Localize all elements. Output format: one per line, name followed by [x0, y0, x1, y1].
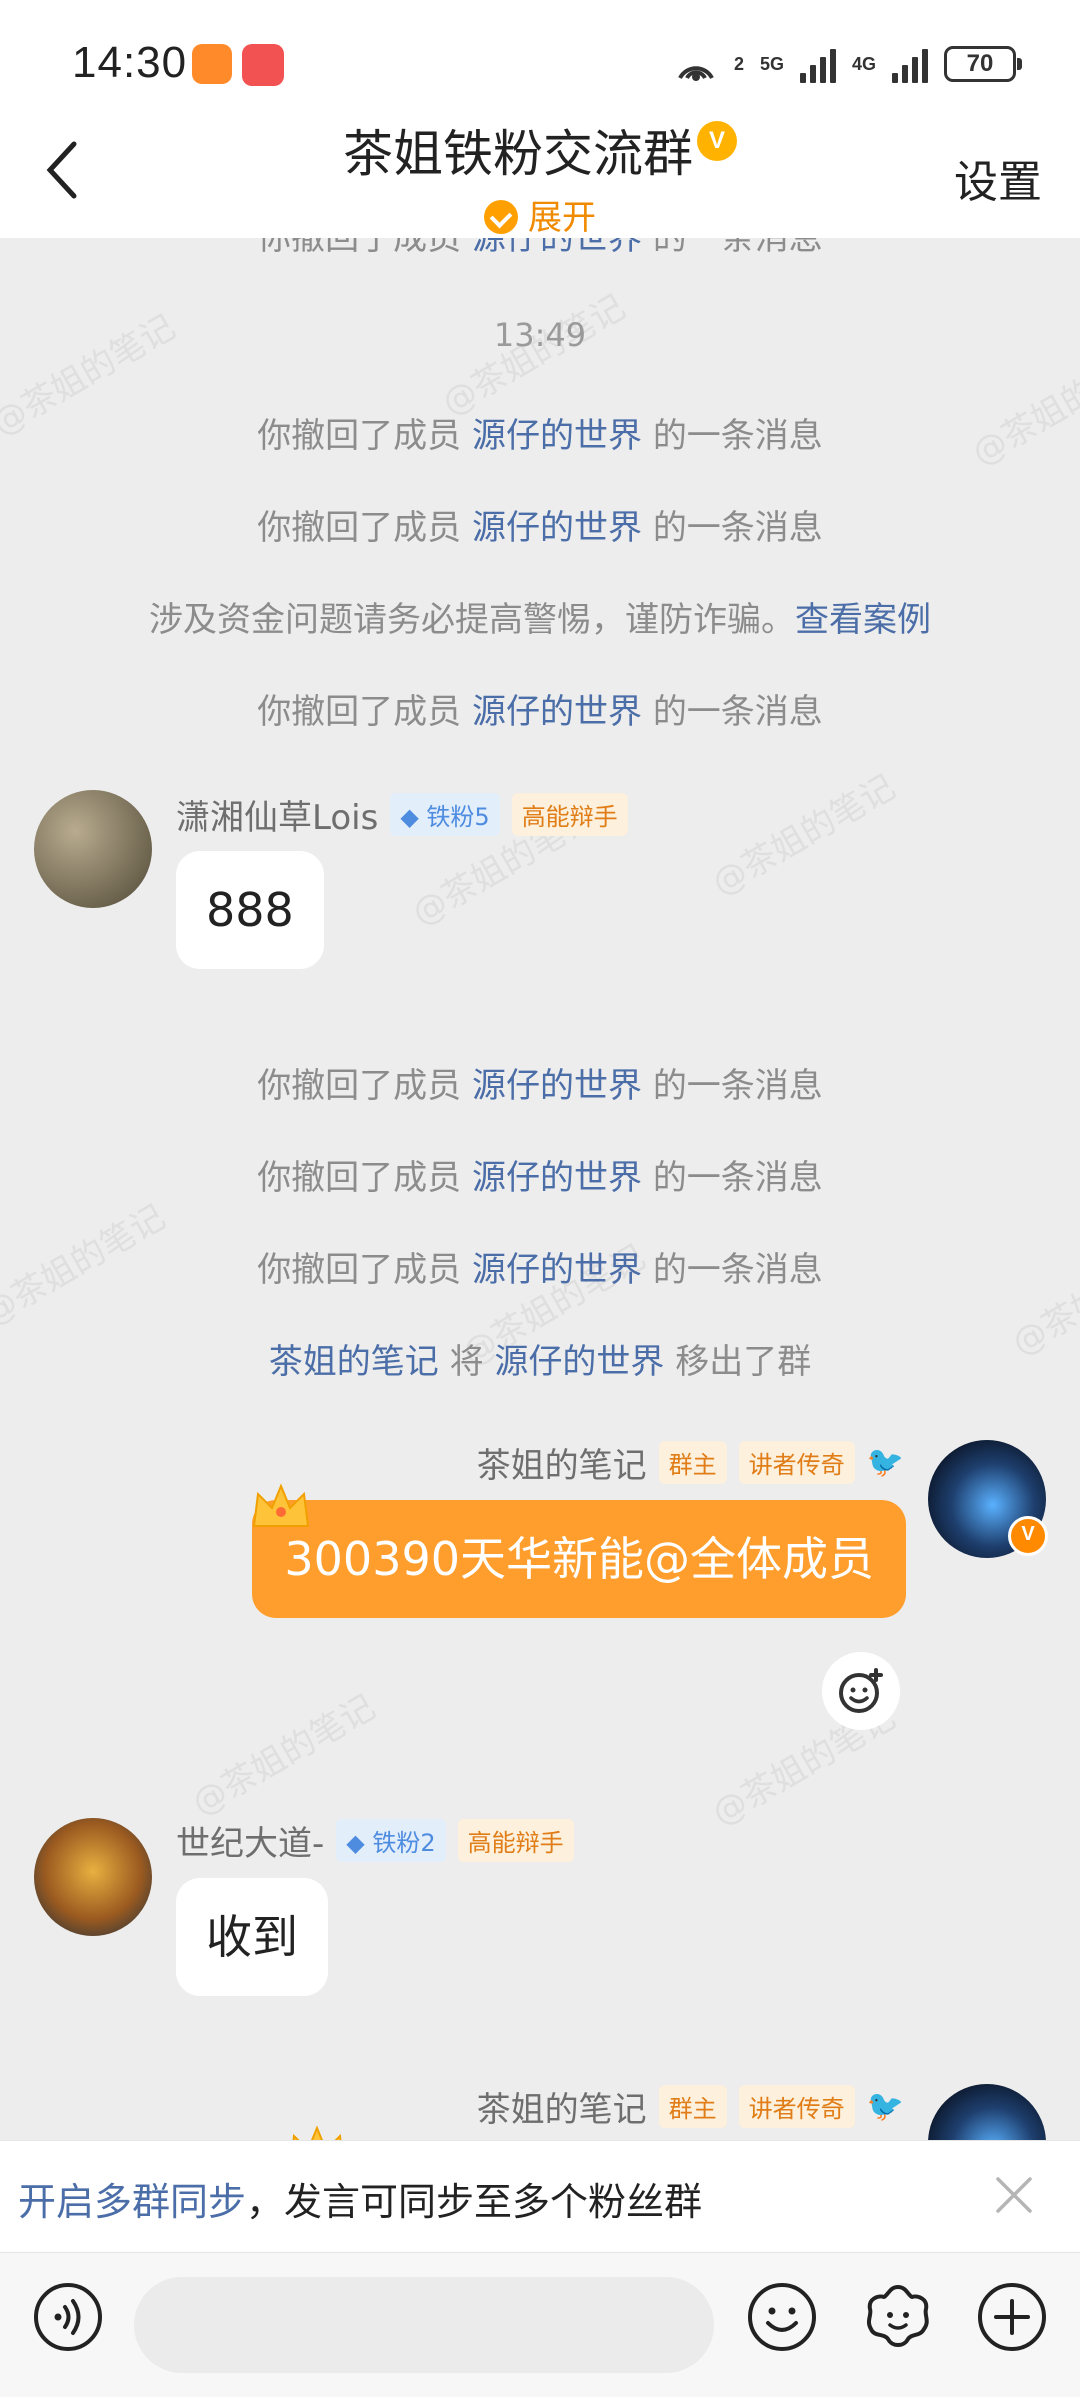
member-link[interactable]: 茶姐的笔记 — [269, 1342, 439, 1382]
crown-icon — [292, 2125, 342, 2140]
member-link[interactable]: 源仔的世界 — [472, 1158, 642, 1198]
watermark: @茶姐的笔记 — [185, 1687, 383, 1824]
member-link[interactable]: 源仔的世界 — [472, 508, 642, 548]
removed-verb: 将 — [449, 1342, 484, 1382]
bird-icon: 🐦 — [866, 1445, 904, 1480]
system-message-recall: 你撤回了成员 源仔的世界 的一条消息 — [0, 1150, 1080, 1199]
verified-badge-icon — [697, 121, 737, 161]
avatar[interactable] — [928, 1440, 1048, 1558]
message-bubble[interactable]: 888 — [176, 851, 324, 969]
sync-description: ，发言可同步至多个粉丝群 — [246, 2180, 703, 2224]
avatar[interactable] — [34, 1818, 152, 1936]
settings-button[interactable]: 设置 — [954, 146, 1042, 210]
member-link[interactable]: 源仔的世界 — [494, 1342, 664, 1382]
member-link[interactable]: 源仔的世界 — [472, 416, 642, 456]
recall-prefix: 你撤回了成员 — [257, 238, 462, 258]
expand-check-icon — [484, 200, 518, 234]
close-icon[interactable] — [988, 2169, 1040, 2221]
voice-icon[interactable] — [32, 2281, 104, 2353]
status-time: 14:30 — [72, 38, 188, 87]
sim-indicator: 2 — [733, 54, 744, 74]
group-title: 茶姐铁粉交流群 — [343, 125, 693, 183]
signal-icon-2 — [892, 45, 928, 83]
recall-suffix: 的一条消息 — [652, 1250, 823, 1290]
expand-button[interactable]: 展开 — [0, 190, 1080, 239]
expand-label: 展开 — [528, 198, 596, 238]
sender-line: 世纪大道- 铁粉2 高能辩手 — [176, 1816, 574, 1865]
system-message-recall: 你撤回了成员 源仔的世界 的一条消息 — [0, 684, 1080, 733]
recall-suffix: 的一条消息 — [652, 238, 823, 258]
sender-line: 茶姐的笔记 群主 讲者传奇 🐦 — [477, 1438, 904, 1487]
watermark: @茶姐的笔记 — [705, 767, 903, 904]
recall-suffix: 的一条消息 — [652, 508, 823, 548]
add-reaction-icon[interactable] — [822, 1652, 900, 1730]
sender-name[interactable]: 世纪大道- — [176, 1816, 324, 1865]
sender-line: 茶姐的笔记 群主 讲者传奇 🐦 — [477, 2082, 904, 2131]
recall-suffix: 的一条消息 — [652, 416, 823, 456]
member-link[interactable]: 源仔的世界 — [472, 238, 642, 258]
recall-prefix: 你撤回了成员 — [257, 1066, 462, 1106]
recall-prefix: 你撤回了成员 — [257, 692, 462, 732]
recall-suffix: 的一条消息 — [652, 1066, 823, 1106]
signal-icon — [799, 45, 836, 83]
recall-prefix: 你撤回了成员 — [257, 416, 462, 456]
input-bar — [0, 2252, 1080, 2397]
system-message-removed: 茶姐的笔记 将 源仔的世界 移出了群 — [0, 1334, 1080, 1383]
member-link[interactable]: 源仔的世界 — [472, 692, 642, 732]
sender-name[interactable]: 茶姐的笔记 — [477, 2082, 647, 2131]
fan-level-badge: 铁粉5 — [390, 793, 500, 836]
hotspot-icon — [678, 66, 714, 81]
battery-icon: 70 — [944, 46, 1022, 82]
notification-app-icon — [192, 44, 232, 84]
status-icons: 2 5G 4G 70 — [674, 44, 1022, 84]
fan-level-badge: 铁粉2 — [336, 1819, 446, 1862]
recall-suffix: 的一条消息 — [652, 692, 823, 732]
warning-text: 涉及资金问题请务必提高警惕，谨防诈骗。 — [149, 600, 795, 640]
system-message-recall: 你撤回了成员 源仔的世界 的一条消息 — [0, 500, 1080, 549]
sender-line: 潇湘仙草Lois 铁粉5 高能辩手 — [176, 790, 628, 839]
plus-icon[interactable] — [976, 2281, 1048, 2353]
role-badge: 高能辩手 — [511, 793, 628, 836]
bird-icon: 🐦 — [866, 2089, 904, 2124]
sticker-icon[interactable] — [862, 2281, 934, 2353]
chat-header: 茶姐铁粉交流群 展开 设置 — [0, 110, 1080, 238]
view-cases-link[interactable]: 查看案例 — [795, 600, 931, 640]
message-bubble[interactable]: 收到 — [176, 1878, 328, 1996]
recall-prefix: 你撤回了成员 — [257, 508, 462, 548]
member-link[interactable]: 源仔的世界 — [472, 1066, 642, 1106]
recall-prefix: 你撤回了成员 — [257, 1250, 462, 1290]
network-4g-label: 4G — [851, 54, 876, 74]
avatar[interactable] — [34, 790, 152, 908]
timestamp: 13:49 — [493, 316, 587, 354]
role-badge: 高能辩手 — [457, 1819, 574, 1862]
member-link[interactable]: 源仔的世界 — [472, 1250, 642, 1290]
avatar[interactable] — [928, 2084, 1046, 2140]
chat-area[interactable]: @茶姐的笔记 @茶姐的笔记 @茶姐的笔记 @茶姐的笔记 @茶姐的笔记 @茶姐的笔… — [0, 238, 1080, 2140]
system-message-recall: 你撤回了成员 源仔的世界 的一条消息 — [0, 408, 1080, 457]
system-message-recall: 你撤回了成员 源仔的世界 的一条消息 — [0, 1242, 1080, 1291]
fraud-warning: 涉及资金问题请务必提高警惕，谨防诈骗。查看案例 — [0, 592, 1080, 641]
role-badge: 讲者传奇 — [738, 1441, 855, 1484]
sender-name[interactable]: 茶姐的笔记 — [477, 1438, 647, 1487]
owner-badge: 群主 — [658, 2085, 727, 2128]
owner-badge: 群主 — [658, 1441, 727, 1484]
notification-app-icon-2 — [242, 44, 284, 86]
verified-badge-icon — [1008, 1516, 1048, 1556]
sync-prompt: 开启多群同步，发言可同步至多个粉丝群 — [18, 2171, 702, 2226]
network-5g-label: 5G — [759, 54, 784, 74]
group-title-wrap: 茶姐铁粉交流群 — [0, 114, 1080, 186]
system-message-recall: 你撤回了成员 源仔的世界 的一条消息 — [0, 1058, 1080, 1107]
recall-suffix: 的一条消息 — [652, 1158, 823, 1198]
sender-name[interactable]: 潇湘仙草Lois — [176, 790, 378, 839]
system-message-recall: 你撤回了成员 源仔的世界 的一条消息 — [0, 238, 1080, 259]
crown-icon — [252, 1483, 310, 1527]
message-input[interactable] — [134, 2277, 714, 2373]
emoji-icon[interactable] — [746, 2281, 818, 2353]
multi-group-sync-bar: 开启多群同步，发言可同步至多个粉丝群 — [0, 2140, 1080, 2252]
enable-sync-link[interactable]: 开启多群同步 — [18, 2180, 246, 2224]
role-badge: 讲者传奇 — [738, 2085, 855, 2128]
removed-suffix: 移出了群 — [675, 1342, 812, 1382]
recall-prefix: 你撤回了成员 — [257, 1158, 462, 1198]
message-bubble-owner[interactable]: 300390天华新能@全体成员 — [252, 1500, 906, 1618]
